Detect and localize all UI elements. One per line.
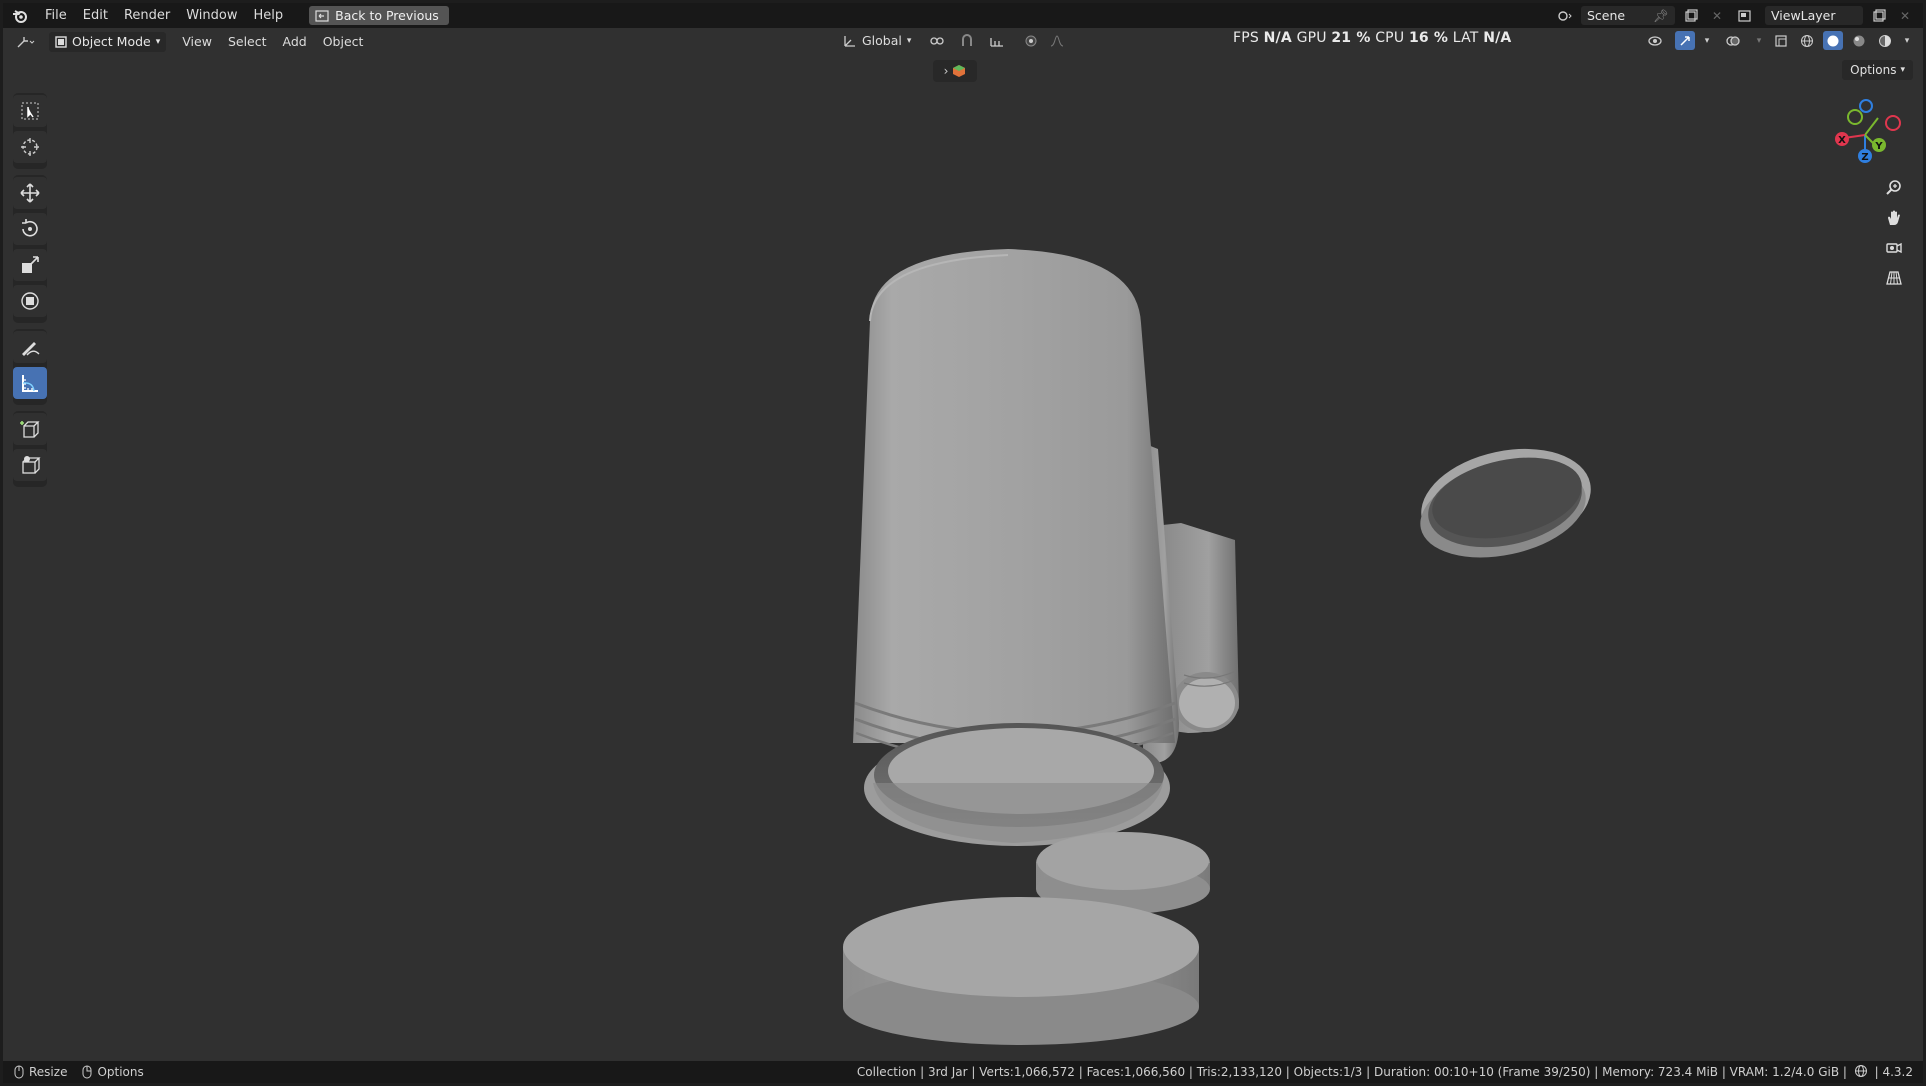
select-box-tool[interactable]	[13, 95, 47, 127]
cursor-icon	[21, 138, 39, 156]
resize-label: Resize	[29, 1065, 68, 1079]
options-hint: Options	[81, 1065, 144, 1079]
transform-tool-group	[13, 175, 47, 323]
blender-window: File Edit Render Window Help Back to Pre…	[3, 3, 1923, 1083]
select-box-icon	[21, 102, 39, 120]
large-lid[interactable]	[843, 897, 1199, 1045]
gizmo-neg-y[interactable]	[1847, 109, 1863, 125]
measure-icon	[22, 375, 38, 392]
add-object-tool[interactable]	[13, 449, 47, 481]
options-hint-label: Options	[97, 1065, 144, 1079]
scale-tool[interactable]	[13, 249, 47, 281]
navigation-gizmo[interactable]: X Y Z	[1825, 93, 1905, 173]
annotate-tool-group	[13, 329, 47, 405]
chevron-right-icon: ›	[943, 64, 949, 78]
gizmo-neg-x[interactable]	[1885, 115, 1901, 131]
status-bar: Resize Options Collection | 3rd Jar | Ve…	[3, 1061, 1923, 1083]
resize-hint: Resize	[13, 1065, 67, 1079]
sidebar-collapse-pill[interactable]: ›	[933, 60, 977, 82]
annotate-tool[interactable]	[13, 331, 47, 363]
viewport-options-dropdown[interactable]: Options ▾	[1842, 60, 1913, 80]
add-object-icon	[22, 456, 41, 474]
chevron-down-icon: ▾	[1900, 65, 1905, 75]
blender-version: 4.3.2	[1882, 1065, 1913, 1079]
zoom-icon[interactable]	[1881, 175, 1907, 201]
rotate-icon	[22, 219, 38, 237]
annotate-icon	[22, 342, 40, 356]
gizmo-neg-z[interactable]	[1859, 99, 1873, 113]
add-cube-tool[interactable]	[13, 413, 47, 445]
floating-ring[interactable]	[1411, 434, 1600, 571]
separator: |	[1874, 1065, 1879, 1079]
gizmo-z-label: Z	[1861, 152, 1868, 163]
cursor-tool[interactable]	[13, 131, 47, 163]
rotate-tool[interactable]	[13, 213, 47, 245]
transform-tool[interactable]	[13, 285, 47, 317]
network-icon	[1854, 1065, 1867, 1077]
gizmo-y-label: Y	[1874, 141, 1883, 152]
add-cube-icon	[20, 421, 40, 438]
viewport-3d[interactable]	[3, 3, 1923, 1083]
tool-shelf	[13, 93, 47, 493]
perspective-grid-icon[interactable]	[1881, 265, 1907, 291]
jar-1[interactable]	[853, 249, 1176, 846]
transform-icon	[21, 292, 39, 310]
status-hints: Resize Options	[13, 1065, 144, 1079]
scene-stats-text: Collection | 3rd Jar | Verts:1,066,572 |…	[856, 1065, 1847, 1079]
move-tool[interactable]	[13, 177, 47, 209]
select-tools	[13, 93, 47, 169]
measure-tool[interactable]	[13, 367, 47, 399]
options-label: Options	[1850, 63, 1897, 77]
scene-statistics: Collection | 3rd Jar | Verts:1,066,572 |…	[857, 1061, 1913, 1083]
scale-icon	[22, 256, 39, 273]
mouse-icon	[14, 1065, 24, 1079]
pan-hand-icon[interactable]	[1881, 205, 1907, 231]
mouse-right-icon	[82, 1065, 92, 1079]
add-tool-group	[13, 411, 47, 487]
gizmo-x-label: X	[1838, 135, 1846, 146]
collection-icon	[953, 65, 966, 77]
camera-view-icon[interactable]	[1881, 235, 1907, 261]
move-icon	[20, 183, 40, 203]
